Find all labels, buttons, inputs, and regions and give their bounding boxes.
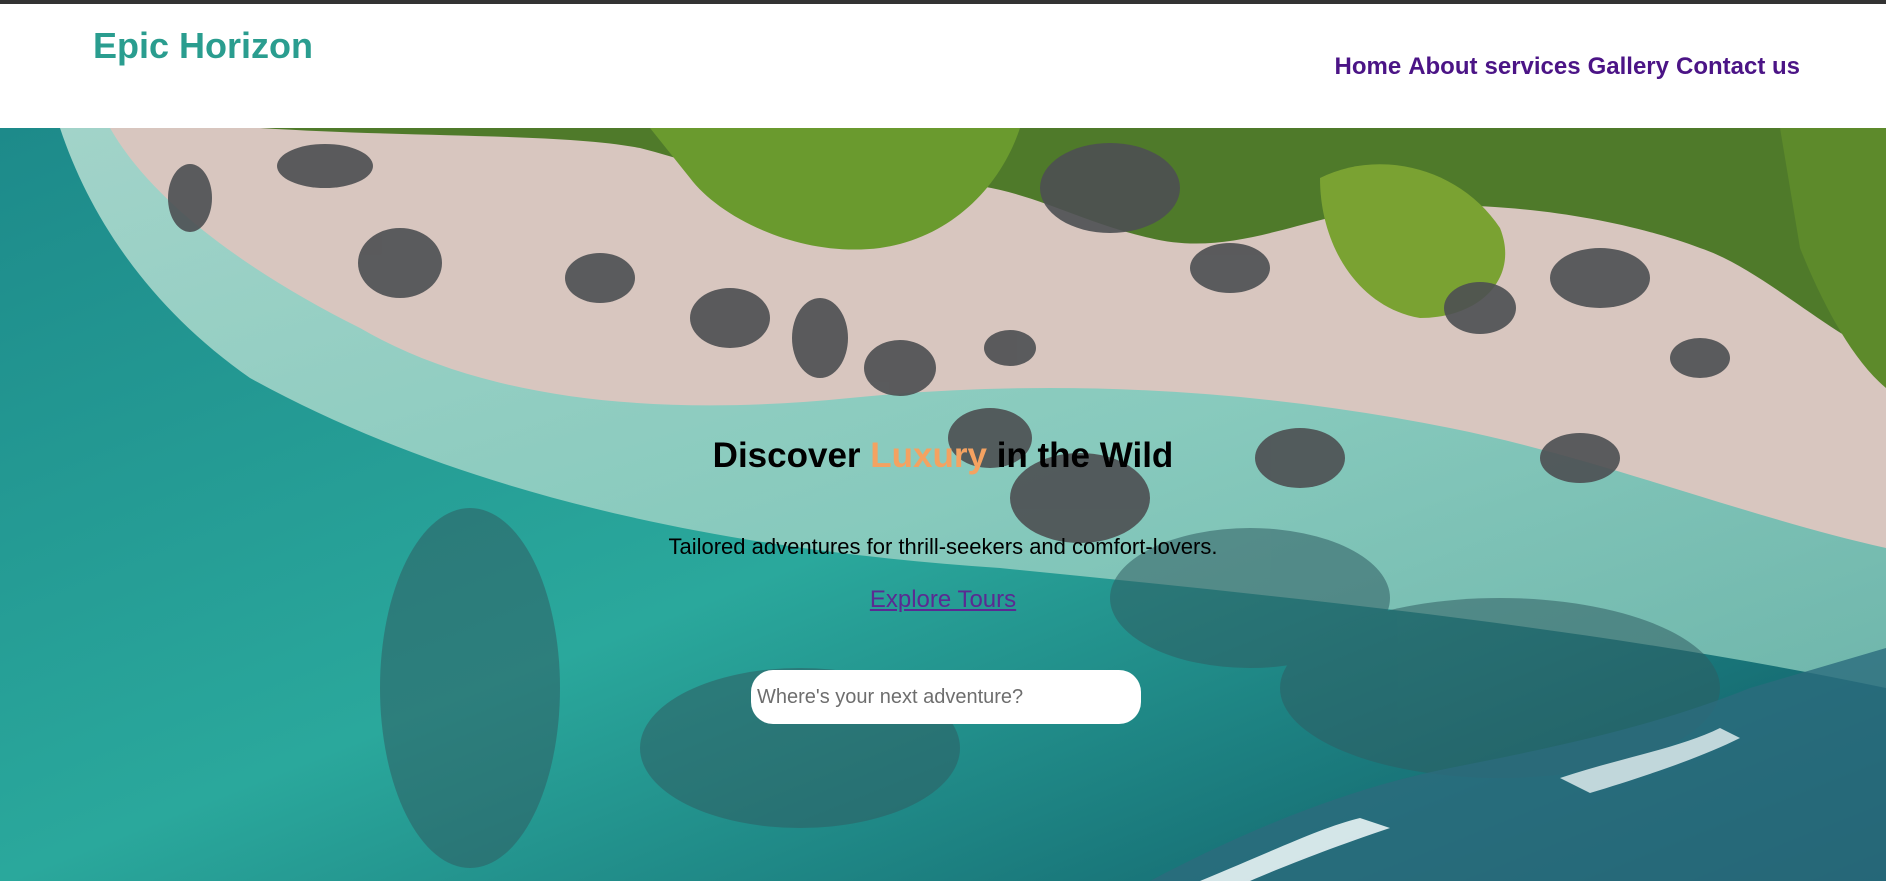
hero-content: Discover Luxury in the Wild Tailored adv… — [0, 128, 1886, 881]
hero-headline: Discover Luxury in the Wild — [0, 436, 1886, 476]
site-header: Epic Horizon Home About services Gallery… — [0, 4, 1886, 128]
hero-subtitle: Tailored adventures for thrill-seekers a… — [668, 534, 1218, 559]
nav-home[interactable]: Home — [1335, 53, 1402, 82]
main-nav: Home About services Gallery Contact us — [1335, 53, 1801, 82]
nav-services[interactable]: services — [1485, 53, 1581, 82]
headline-suffix: in the Wild — [986, 436, 1174, 475]
headline-prefix: Discover — [712, 436, 871, 475]
headline-accent: Luxury — [870, 436, 987, 475]
explore-tours-link[interactable]: Explore Tours — [870, 586, 1016, 613]
cta-wrapper: Explore Tours — [0, 586, 1886, 614]
nav-about[interactable]: About — [1408, 53, 1477, 82]
nav-contact[interactable]: Contact us — [1676, 53, 1800, 82]
nav-gallery[interactable]: Gallery — [1588, 53, 1669, 82]
destination-search-input[interactable] — [751, 670, 1141, 724]
brand-logo[interactable]: Epic Horizon — [93, 26, 313, 66]
hero-section: Discover Luxury in the Wild Tailored adv… — [0, 128, 1886, 881]
